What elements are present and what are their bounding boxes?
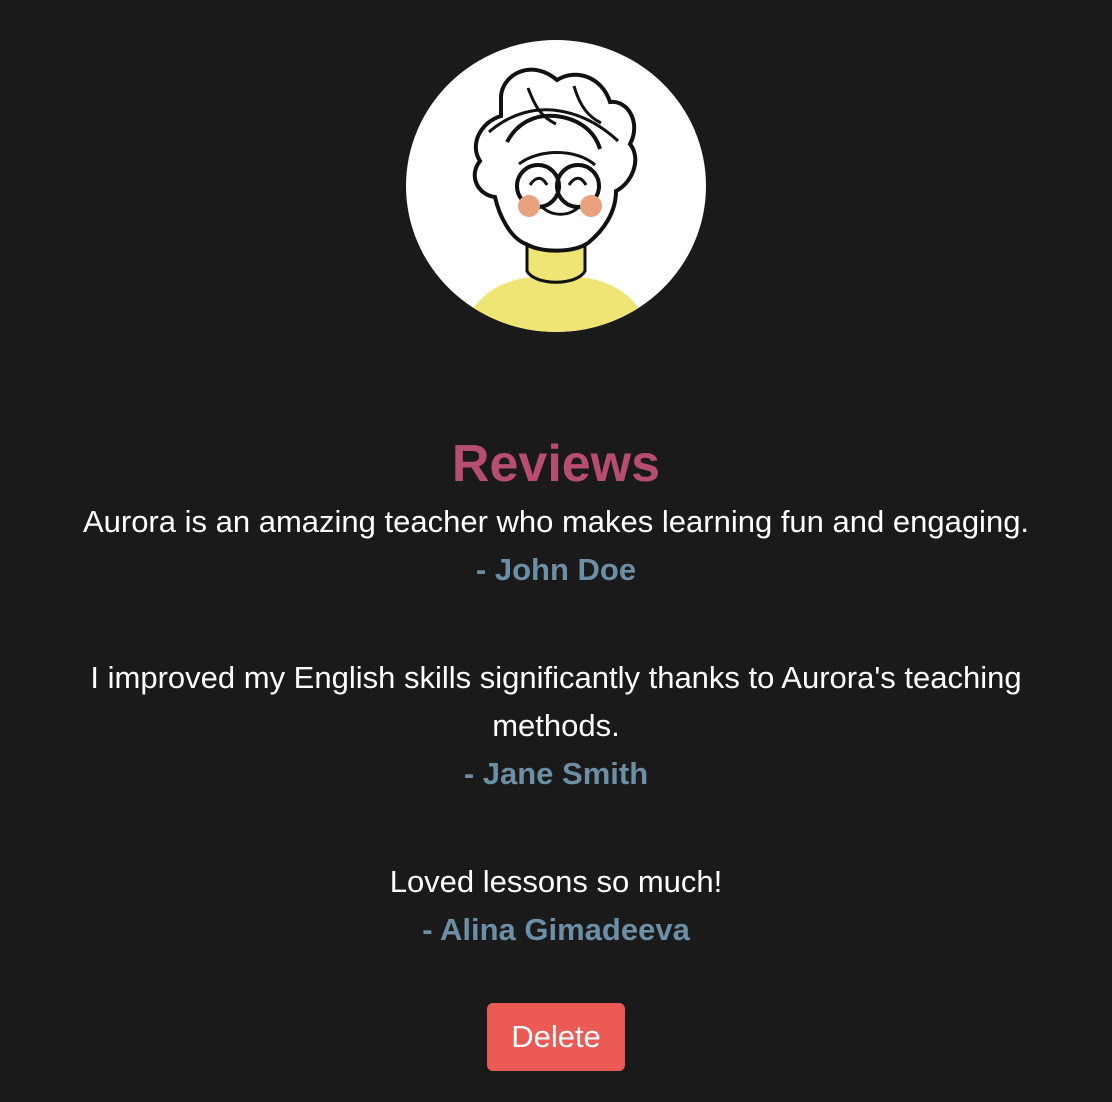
reviews-section: Reviews Aurora is an amazing teacher who… — [0, 430, 1112, 954]
delete-button[interactable]: Delete — [487, 1003, 625, 1071]
review-text: Loved lessons so much! — [389, 864, 723, 899]
review-text: I improved my English skills significant… — [90, 660, 1022, 743]
reviews-title: Reviews — [451, 435, 661, 493]
review-author: - Jane Smith — [463, 756, 649, 791]
avatar — [406, 40, 706, 332]
review-author: - John Doe — [475, 552, 637, 587]
review-text: Aurora is an amazing teacher who makes l… — [82, 504, 1030, 539]
cartoon-teacher-avatar-icon — [472, 67, 640, 332]
review-item: Loved lessons so much! - Alina Gimadeeva — [36, 858, 1076, 954]
review-item: Aurora is an amazing teacher who makes l… — [36, 498, 1076, 594]
review-item: I improved my English skills significant… — [36, 654, 1076, 798]
review-author: - Alina Gimadeeva — [422, 912, 690, 947]
